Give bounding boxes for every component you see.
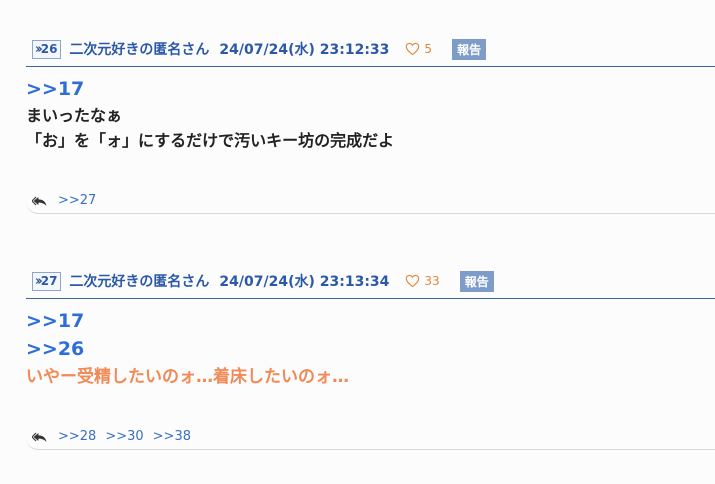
double-chevron-right-icon: ›› <box>35 273 43 289</box>
report-button[interactable]: 報告 <box>459 270 494 292</box>
post-header: ›› 27 二次元好きの匿名さん 24/07/24(水) 23:13:34 33… <box>26 270 715 299</box>
post-text-line: まいったなぁ <box>26 106 123 125</box>
post-body: >>17 まいったなぁ 「お」を「ォ」にするだけで汚いキー坊の完成だよ <box>26 67 715 153</box>
post-number-label: 26 <box>40 42 58 56</box>
like-button[interactable]: 5 <box>405 42 432 56</box>
post-number-label: 27 <box>40 274 58 288</box>
post-text-line: 「お」を「ォ」にするだけで汚いキー坊の完成だよ <box>26 131 395 150</box>
author-name: 二次元好きの匿名さん <box>69 274 210 290</box>
post-footer: >>27 <box>26 188 715 214</box>
post-27: ›› 27 二次元好きの匿名さん 24/07/24(水) 23:13:34 33… <box>26 270 715 450</box>
post-text-line: いやー受精したいのォ…着床したいのォ… <box>26 367 349 387</box>
report-button[interactable]: 報告 <box>452 38 487 60</box>
reply-link[interactable]: >>28 <box>58 429 96 444</box>
post-number-button[interactable]: ›› 27 <box>32 271 62 291</box>
like-count: 33 <box>424 274 440 288</box>
post-body: >>17 >>26 いやー受精したいのォ…着床したいのォ… <box>26 299 715 391</box>
double-chevron-right-icon: ›› <box>35 41 43 57</box>
post-26: ›› 26 二次元好きの匿名さん 24/07/24(水) 23:12:33 5 … <box>26 38 715 214</box>
reply-anchor-link[interactable]: >>17 <box>26 307 715 335</box>
post-header: ›› 26 二次元好きの匿名さん 24/07/24(水) 23:12:33 5 … <box>26 38 715 67</box>
reply-arrows-icon <box>32 432 47 442</box>
post-date: 24/07/24(水) 23:13:34 <box>219 274 390 290</box>
post-date: 24/07/24(水) 23:12:33 <box>219 42 390 58</box>
post-number-button[interactable]: ›› 26 <box>32 39 62 59</box>
thread-page: ›› 26 二次元好きの匿名さん 24/07/24(水) 23:12:33 5 … <box>0 0 715 484</box>
author-name: 二次元好きの匿名さん <box>69 42 210 58</box>
heart-outline-icon <box>406 42 420 56</box>
reply-arrows-icon <box>32 196 47 206</box>
reply-anchor-link[interactable]: >>26 <box>26 335 715 363</box>
like-count: 5 <box>424 42 433 56</box>
post-footer: >>28 >>30 >>38 <box>26 424 715 450</box>
reply-link[interactable]: >>27 <box>58 193 96 208</box>
reply-link[interactable]: >>30 <box>105 429 143 444</box>
reply-anchor-link[interactable]: >>17 <box>26 75 715 103</box>
heart-outline-icon <box>406 274 420 288</box>
reply-link[interactable]: >>38 <box>153 429 191 444</box>
like-button[interactable]: 33 <box>405 274 440 288</box>
